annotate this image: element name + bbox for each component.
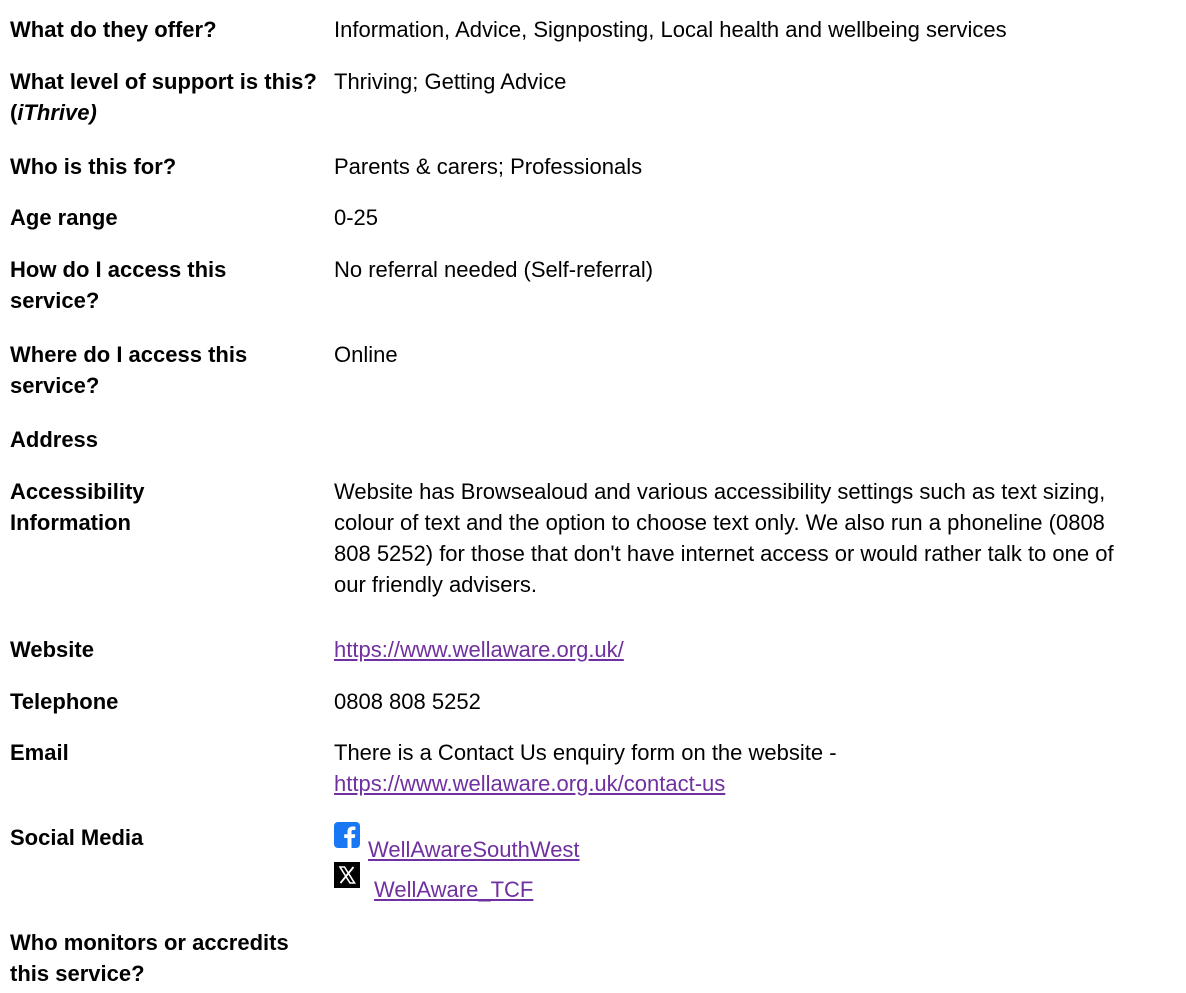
x-icon <box>334 862 360 888</box>
level-label: What level of support is this? (iThrive) <box>10 66 320 128</box>
social-label: Social Media <box>10 825 144 850</box>
x-entry: WellAware_TCF <box>334 862 1174 902</box>
email-text: There is a Contact Us enquiry form on th… <box>334 740 837 765</box>
facebook-icon <box>334 822 360 848</box>
website-label: Website <box>10 637 94 662</box>
access-where-value: Online <box>334 342 398 367</box>
level-value: Thriving; Getting Advice <box>334 69 567 94</box>
email-value: There is a Contact Us enquiry form on th… <box>334 737 1174 799</box>
age-value: 0-25 <box>334 205 379 230</box>
telephone-value: 0808 808 5252 <box>334 689 481 714</box>
telephone-label: Telephone <box>10 689 119 714</box>
monitor-label: Who monitors or accredits this service? <box>10 930 289 986</box>
facebook-entry: WellAwareSouthWest <box>334 822 1174 862</box>
x-link[interactable]: WellAware_TCF <box>374 874 533 905</box>
accessibility-value: Website has Browsealoud and various acce… <box>334 479 1114 597</box>
audience-value: Parents & carers; Professionals <box>334 154 643 179</box>
access-where-label: Where do I access this service? <box>10 342 248 398</box>
access-how-value: No referral needed (Self-referral) <box>334 257 654 282</box>
accessibility-label: Accessibility Information <box>10 479 145 535</box>
access-how-label: How do I access this service? <box>10 257 227 313</box>
contact-us-link[interactable]: https://www.wellaware.org.uk/contact-us <box>334 771 725 796</box>
age-label: Age range <box>10 205 118 230</box>
website-link[interactable]: https://www.wellaware.org.uk/ <box>334 637 624 662</box>
address-label: Address <box>10 427 99 452</box>
website-value: https://www.wellaware.org.uk/ <box>334 634 1174 665</box>
level-label-ithrive: iThrive) <box>17 100 97 125</box>
facebook-link[interactable]: WellAwareSouthWest <box>368 834 580 865</box>
social-value: WellAwareSouthWest WellAware_TCF <box>334 822 1174 902</box>
email-label: Email <box>10 740 69 765</box>
offer-label: What do they offer? <box>10 17 217 42</box>
offer-value: Information, Advice, Signposting, Local … <box>334 17 1007 42</box>
audience-label: Who is this for? <box>10 154 177 179</box>
